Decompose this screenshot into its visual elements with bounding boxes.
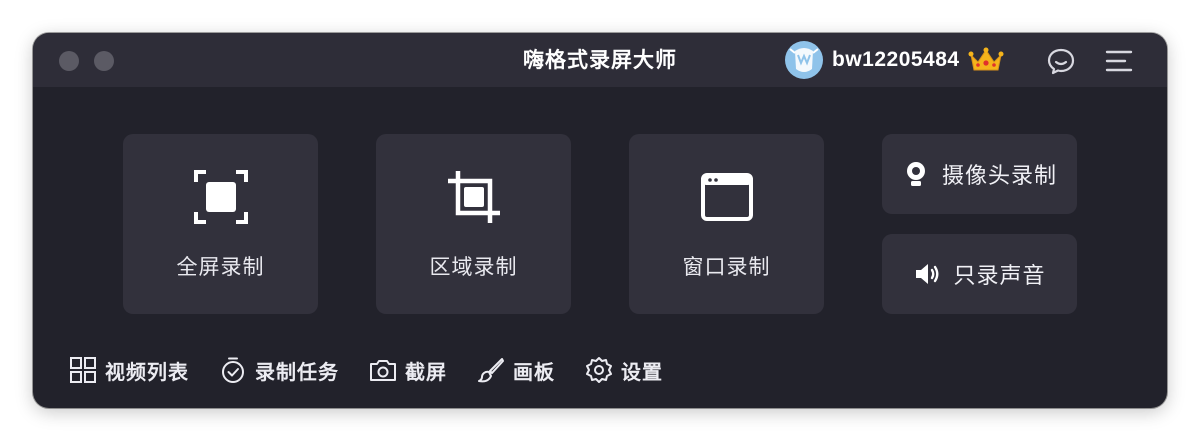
bottom-label: 设置 xyxy=(621,359,663,384)
region-record-button[interactable]: 区域录制 xyxy=(376,134,571,314)
window-icon xyxy=(701,173,753,221)
record-tasks-button[interactable]: 录制任务 xyxy=(219,356,339,385)
chat-feedback-icon[interactable] xyxy=(1045,45,1077,77)
title-bar[interactable]: 嗨格式录屏大师 bw12205484 xyxy=(33,33,1167,87)
settings-button[interactable]: 设置 xyxy=(585,356,663,385)
menu-icon[interactable] xyxy=(1103,45,1135,77)
side-label: 只录声音 xyxy=(953,264,1046,289)
bottom-label: 画板 xyxy=(513,359,555,384)
vip-crown-icon xyxy=(968,47,1004,71)
tile-label: 区域录制 xyxy=(429,255,518,279)
window-record-button[interactable]: 窗口录制 xyxy=(629,134,824,314)
audio-only-record-button[interactable]: 只录声音 xyxy=(882,234,1077,314)
camera-icon xyxy=(370,360,396,381)
bottom-label: 录制任务 xyxy=(255,359,339,384)
webcam-icon xyxy=(906,162,925,186)
app-window: 嗨格式录屏大师 bw12205484 全屏录制 区域录制 窗口录制 摄像头录制 … xyxy=(33,33,1167,408)
speaker-icon xyxy=(916,264,939,284)
grid-icon xyxy=(70,357,96,383)
tile-label: 窗口录制 xyxy=(682,255,771,279)
bottom-label: 截屏 xyxy=(405,359,447,384)
webcam-record-button[interactable]: 摄像头录制 xyxy=(882,134,1077,214)
timer-icon xyxy=(222,357,244,383)
crop-icon xyxy=(448,171,500,223)
drawing-board-button[interactable]: 画板 xyxy=(477,356,555,385)
bottom-label: 视频列表 xyxy=(105,359,189,384)
settings-gear-icon xyxy=(586,357,612,383)
fullscreen-record-button[interactable]: 全屏录制 xyxy=(123,134,318,314)
video-list-button[interactable]: 视频列表 xyxy=(69,356,189,385)
bottom-toolbar: 视频列表 录制任务 截屏 画板 设置 xyxy=(69,353,693,387)
screenshot-button[interactable]: 截屏 xyxy=(369,356,447,385)
side-label: 摄像头录制 xyxy=(941,164,1057,189)
username: bw12205484 xyxy=(832,48,960,71)
minimize-window-button[interactable] xyxy=(94,51,114,71)
tile-label: 全屏录制 xyxy=(176,255,265,279)
avatar-figure-icon xyxy=(789,48,819,72)
brush-icon xyxy=(478,358,504,383)
avatar[interactable] xyxy=(785,41,823,79)
user-account[interactable]: bw12205484 xyxy=(785,41,1004,79)
close-window-button[interactable] xyxy=(59,51,79,71)
fullscreen-icon xyxy=(194,170,248,224)
